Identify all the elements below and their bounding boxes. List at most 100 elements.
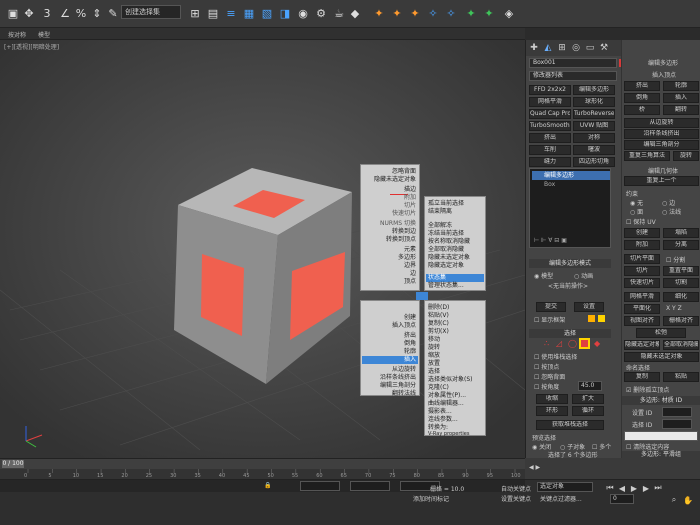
qm-to-vertex[interactable]: 转换到顶点	[362, 236, 416, 244]
qm-edge[interactable]: 边	[362, 270, 416, 278]
insert-vertex-label[interactable]: 插入顶点	[652, 70, 676, 79]
qm-nurms[interactable]: NURMS 切换	[362, 220, 416, 228]
vertex-mode-icon[interactable]: ∴	[544, 339, 549, 348]
cage-color-1[interactable]	[588, 315, 595, 322]
constraint-edge[interactable]: ○ 边	[662, 198, 675, 207]
x-coord-input[interactable]	[300, 481, 340, 491]
element-mode-icon[interactable]: ◆	[594, 339, 600, 348]
preserve-uv-checkbox[interactable]: ☐ 保持 UV	[626, 217, 656, 226]
qm-extrude[interactable]: 挤出	[362, 332, 416, 340]
rollout-editpoly-mode[interactable]: 编辑多边形模式	[529, 259, 611, 268]
cage-color-2[interactable]	[598, 315, 605, 322]
grow-button[interactable]: 扩大	[572, 394, 604, 404]
tool-orange-2-icon[interactable]: ✦	[388, 4, 406, 22]
material-icon[interactable]: ◉	[294, 4, 312, 22]
qm-state-sets[interactable]: 状态集	[426, 274, 484, 282]
perspective-viewport[interactable]: [+][透视][明暗处理] 忽略背面 隐藏未选定对象 描边 附加 切片 快速切片…	[0, 40, 525, 458]
qm-select-similar[interactable]: 选择类似对象(S)	[428, 376, 484, 384]
qm-hide-unsel[interactable]: 隐藏未选定对象	[428, 254, 484, 262]
planarize-button[interactable]: 平面化	[624, 304, 660, 314]
edit-tri-button[interactable]: 编辑三角剖分	[624, 140, 699, 150]
mod-btn-editpoly[interactable]: 编辑多边形	[573, 85, 615, 95]
qm-object-props[interactable]: 对象属性(P)...	[428, 392, 484, 400]
goto-end-icon[interactable]: ⏭	[652, 482, 664, 494]
selected-dropdown[interactable]: 选定对象	[537, 482, 593, 492]
qm-polygon[interactable]: 多边形	[362, 254, 416, 262]
qm-ignore-back[interactable]: 忽略背面	[362, 168, 416, 176]
tool-green-2-icon[interactable]: ✦	[480, 4, 498, 22]
stack-item-editpoly[interactable]: 编辑多边形	[532, 171, 610, 180]
curve-editor-icon[interactable]: ◨	[276, 4, 294, 22]
attach-button[interactable]: 附加	[624, 240, 660, 250]
angle-input[interactable]: 45.0	[578, 381, 602, 391]
bridge-button[interactable]: 桥	[624, 105, 660, 115]
quickslice-button[interactable]: 快速切片	[624, 278, 660, 288]
qm-scale[interactable]: 缩放	[428, 352, 484, 360]
tool-blue-1-icon[interactable]: ✧	[424, 4, 442, 22]
named-sets-icon[interactable]: ✎	[104, 4, 122, 22]
qm-slice[interactable]: 切片	[362, 202, 416, 210]
split-checkbox[interactable]: ☐ 分割	[666, 255, 685, 264]
utilities-tab-icon[interactable]: ⚒	[598, 42, 610, 54]
qm-insert-vertex[interactable]: 插入顶点	[362, 322, 416, 330]
qm-vray-props[interactable]: V-Ray properties	[428, 430, 484, 438]
qm-end-isolate[interactable]: 结束隔离	[428, 208, 484, 216]
mod-btn-lathe[interactable]: 车削	[529, 145, 571, 155]
mod-btn-turboreverse[interactable]: TurboReverse	[573, 109, 615, 119]
render-setup-icon[interactable]: ⚙	[312, 4, 330, 22]
align-icon[interactable]: ▤	[204, 4, 222, 22]
slice-button[interactable]: 切片	[624, 266, 660, 276]
shrink-button[interactable]: 收缩	[536, 394, 568, 404]
qm-hide-unselected[interactable]: 隐藏未选定对象	[362, 176, 416, 184]
qm-place[interactable]: 放置	[428, 360, 484, 368]
modifier-list-dropdown[interactable]: 修改器列表	[529, 71, 617, 81]
schematic-icon[interactable]: ▧	[258, 4, 276, 22]
show-cage-checkbox[interactable]: ☐ 显示框架	[534, 315, 565, 324]
xyz-buttons[interactable]: X Y Z	[666, 305, 682, 312]
cut-button[interactable]: 切割	[663, 278, 699, 288]
create-tab-icon[interactable]: ✚	[528, 42, 540, 54]
layer-icon[interactable]: ≡	[222, 4, 240, 22]
commit-button[interactable]: 提交	[536, 302, 566, 312]
edge-mode-icon[interactable]: ◿	[556, 339, 562, 348]
named-selection-dropdown[interactable]: 创建选择集	[121, 5, 181, 19]
by-angle-checkbox[interactable]: ☐ 按角度	[534, 382, 559, 391]
clear-sel-checkbox[interactable]: ☐ 清除选定内容	[626, 442, 669, 451]
bevel-button[interactable]: 倒角	[624, 93, 660, 103]
hide-unsel-button[interactable]: 隐藏未选定对象	[624, 352, 699, 362]
relax-button[interactable]: 松弛	[636, 328, 686, 338]
delete-iso-checkbox[interactable]: ☑ 删除孤立顶点	[626, 385, 669, 394]
create-button[interactable]: 创建	[624, 228, 660, 238]
mod-btn-extrude[interactable]: 挤出	[529, 133, 571, 143]
mod-btn-quadcap[interactable]: Quad Cap Pro	[529, 109, 571, 119]
y-coord-input[interactable]	[350, 481, 390, 491]
mod-btn-uvw[interactable]: UVW 贴图	[573, 121, 615, 131]
constraint-normal[interactable]: ○ 法线	[662, 207, 681, 216]
graph-icon[interactable]: ▦	[240, 4, 258, 22]
qm-inset[interactable]: 插入	[362, 356, 418, 364]
qm-unhide-name[interactable]: 按名称取消隐藏	[428, 238, 484, 246]
qm-select[interactable]: 选择	[428, 368, 484, 376]
settings-button[interactable]: 设置	[574, 302, 604, 312]
tessellate-button[interactable]: 细化	[663, 292, 699, 302]
reset-plane-button[interactable]: 重置平面	[663, 266, 699, 276]
qm-outline-tool[interactable]: 轮廓	[362, 348, 416, 356]
meshsmooth-button[interactable]: 网格平滑	[624, 292, 660, 302]
qm-outline[interactable]: 描边	[362, 186, 416, 194]
mod-btn-shell[interactable]: 缝力	[529, 157, 571, 167]
tool-orange-1-icon[interactable]: ✦	[370, 4, 388, 22]
set-id-input[interactable]	[662, 407, 692, 417]
mod-btn-quadchamfer[interactable]: 四边形切角	[573, 157, 615, 167]
modify-tab-icon[interactable]: ◭	[542, 42, 554, 54]
qm-dope-sheet[interactable]: 摄影表...	[428, 408, 484, 416]
zoom-icon[interactable]: ⌕	[668, 494, 680, 506]
viewport-label[interactable]: [+][透视][明暗处理]	[4, 42, 59, 51]
qm-move[interactable]: 移动	[428, 336, 484, 344]
border-mode-icon[interactable]: ◯	[568, 339, 577, 348]
mod-btn-meshsmooth[interactable]: 网格平滑	[529, 97, 571, 107]
key-filters-button[interactable]: 关键点过滤器...	[540, 494, 582, 503]
polygon-mode-icon[interactable]	[579, 338, 590, 349]
qm-flip-normals[interactable]: 翻转法线	[362, 390, 416, 398]
rollout-edit-geom[interactable]: 编辑几何体	[648, 166, 678, 175]
mod-btn-spherify[interactable]: 球形化	[573, 97, 615, 107]
